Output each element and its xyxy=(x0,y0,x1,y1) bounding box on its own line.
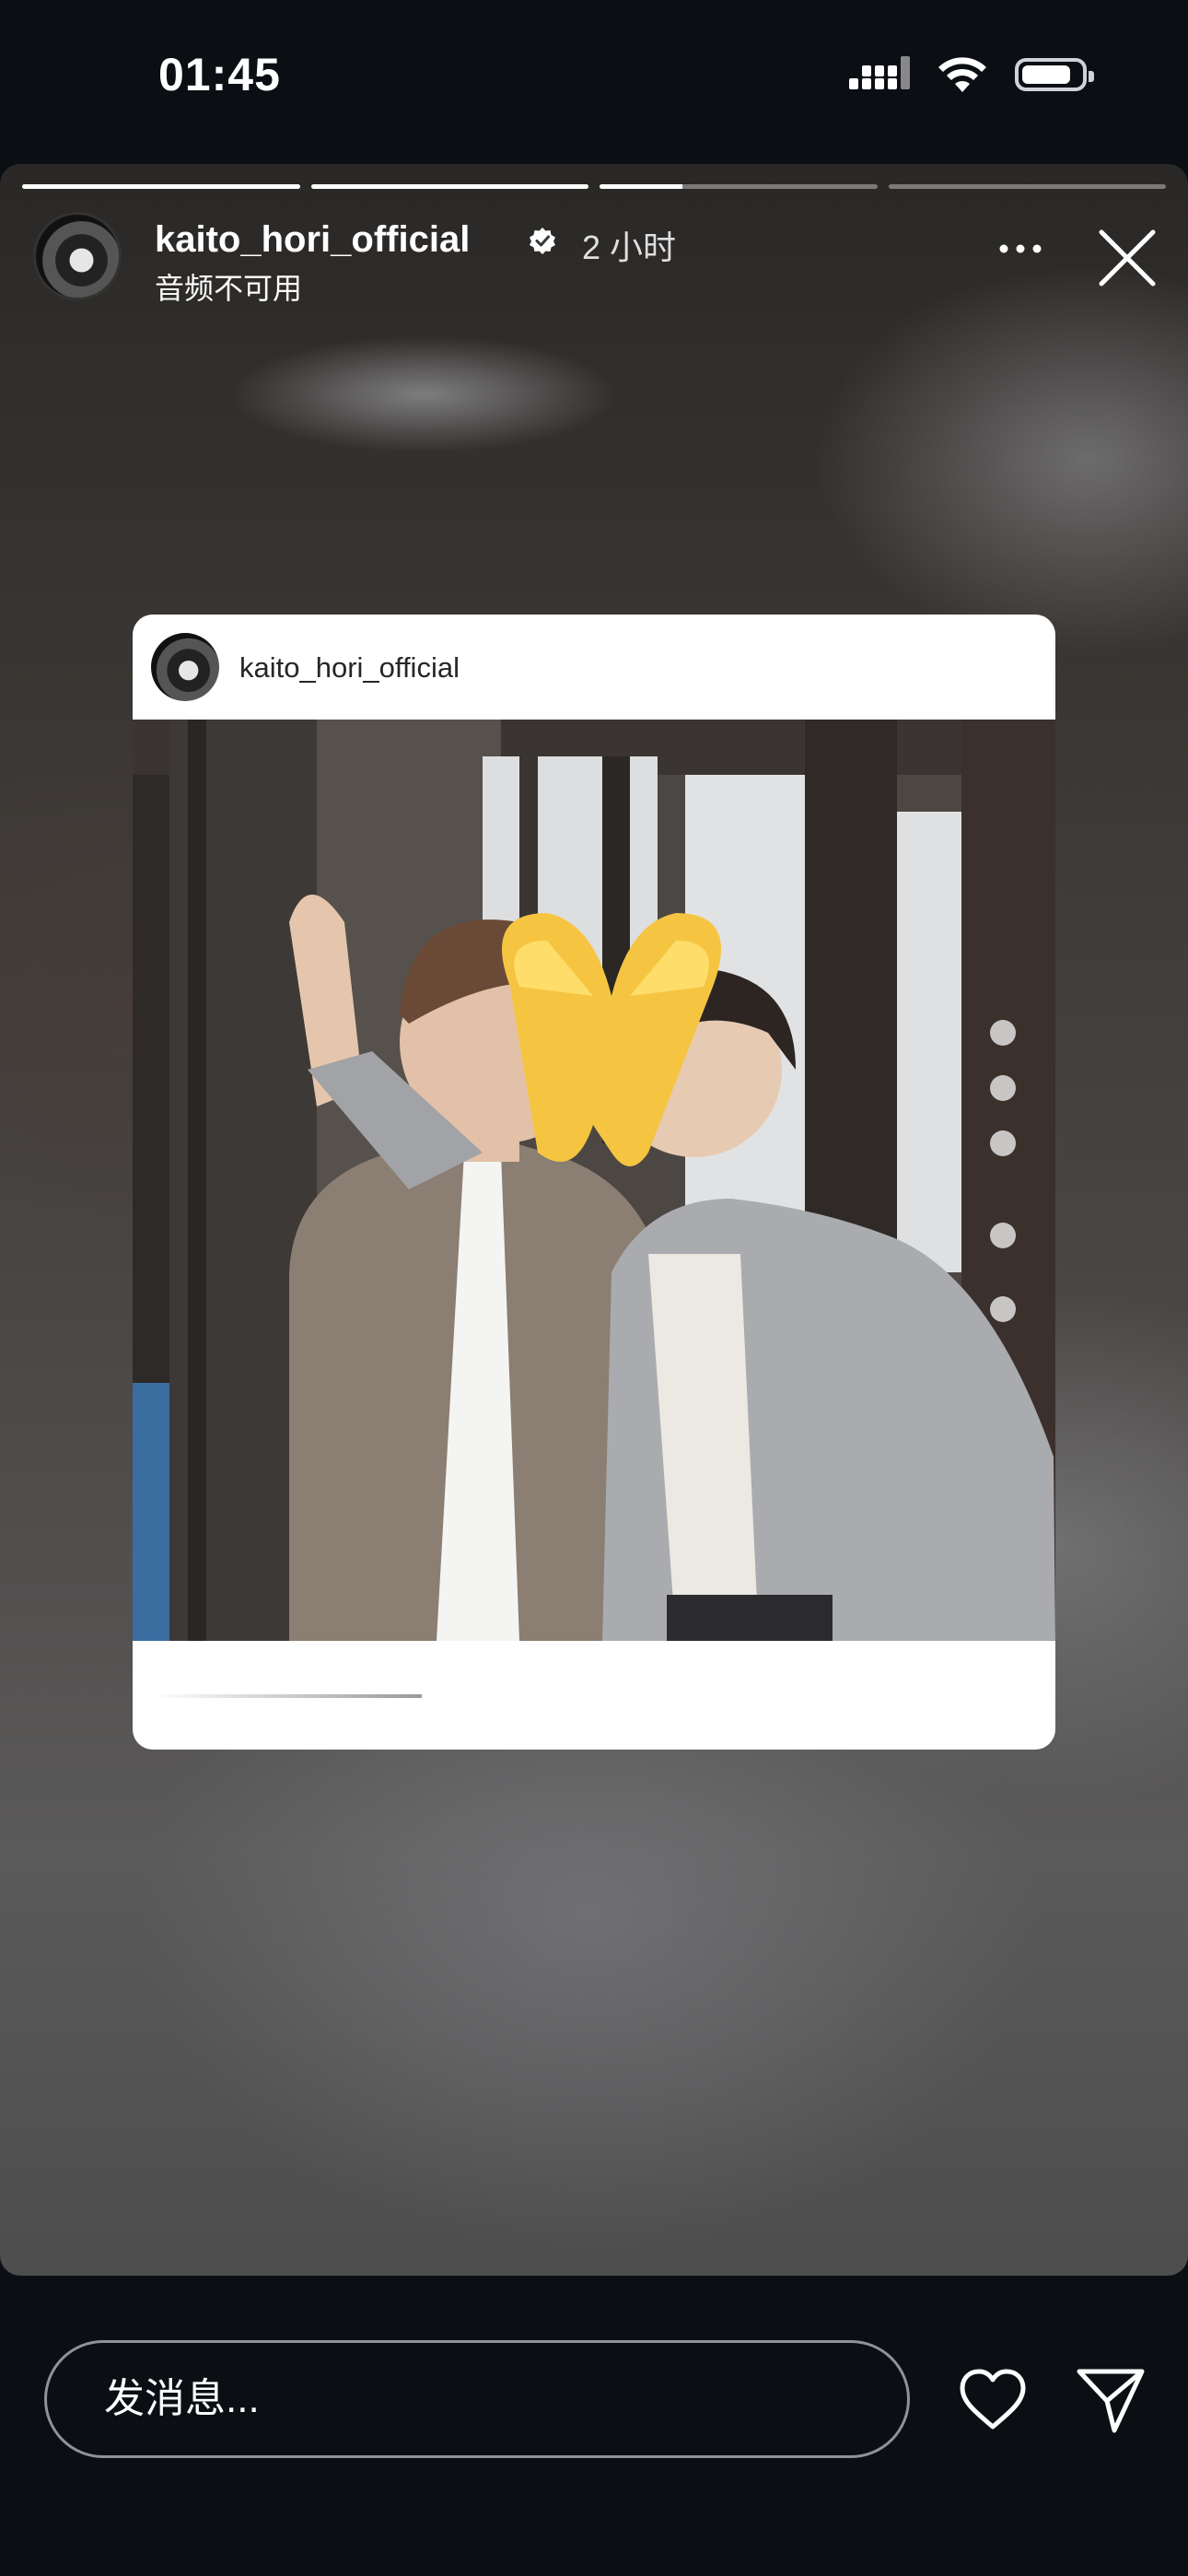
verified-badge-icon xyxy=(530,228,555,254)
battery-icon xyxy=(1015,58,1094,91)
story-progress-bar xyxy=(22,184,1166,189)
post-photo[interactable] xyxy=(133,720,1055,1641)
message-input[interactable] xyxy=(44,2340,910,2458)
progress-segment xyxy=(22,184,300,189)
post-photo-image xyxy=(133,720,1055,1641)
audio-unavailable-label: 音频不可用 xyxy=(155,272,303,305)
status-icons xyxy=(849,55,1094,94)
post-caption-placeholder xyxy=(153,1694,422,1698)
heart-icon[interactable] xyxy=(958,2368,1028,2432)
close-icon[interactable] xyxy=(1094,225,1160,291)
bottom-bar xyxy=(0,2276,1188,2576)
post-header: kaito_hori_official xyxy=(133,615,1055,720)
story-viewer[interactable]: kaito_hori_official 2 小时 音频不可用 kaito_hor… xyxy=(0,164,1188,2276)
post-avatar[interactable] xyxy=(151,633,219,701)
wifi-icon xyxy=(938,57,986,92)
progress-segment xyxy=(888,184,1166,189)
post-username[interactable]: kaito_hori_official xyxy=(239,651,460,685)
story-time-ago: 2 小时 xyxy=(582,228,677,266)
story-username[interactable]: kaito_hori_official xyxy=(155,219,470,261)
send-icon[interactable] xyxy=(1076,2366,1146,2434)
more-options-icon[interactable] xyxy=(993,230,1048,267)
progress-segment xyxy=(310,184,588,189)
avatar[interactable] xyxy=(33,212,122,300)
status-bar: 01:45 xyxy=(0,0,1188,164)
status-time: 01:45 xyxy=(158,49,281,100)
shared-post-card[interactable]: kaito_hori_official xyxy=(133,615,1055,1750)
cellular-signal-icon xyxy=(849,56,910,89)
progress-segment xyxy=(600,184,878,189)
story-header: kaito_hori_official 2 小时 音频不可用 xyxy=(33,212,1166,305)
